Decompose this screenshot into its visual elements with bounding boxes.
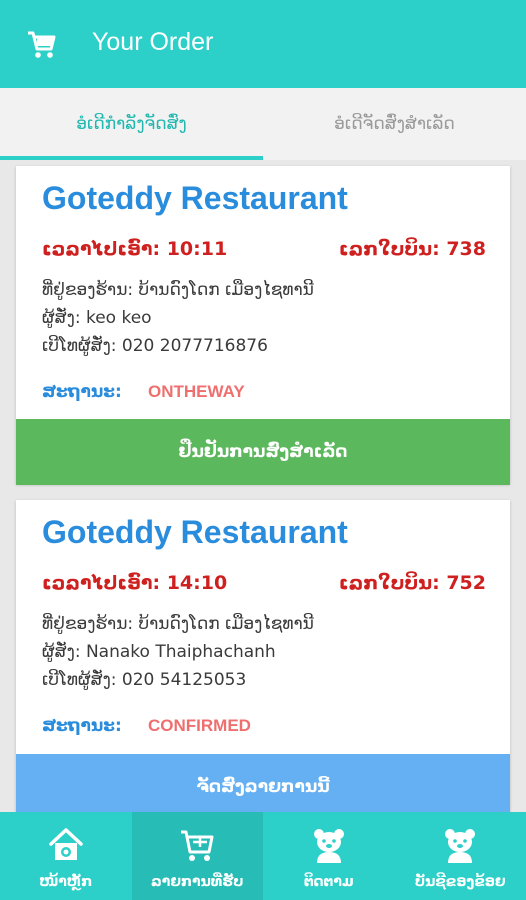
confirm-delivery-button[interactable]: ຢືນຢັນການສົ່ງສຳເລັດ: [16, 419, 510, 485]
orderer-phone: ເບີໂທຜູ້ສັ່ງ: 020 2077716876: [42, 336, 268, 356]
order-card: Goteddy Restaurant ເວລາໄປເອົາ: 14:10 ເລກ…: [16, 500, 510, 812]
order-tabs: ອໍເດີກຳລັງຈັດສົ່ງ ອໍເດີຈັດສົ່ງສຳເລັດ: [0, 88, 526, 160]
nav-received-orders[interactable]: ລາຍການທີ່ຮັບ: [131, 812, 263, 900]
status-label: ສະຖານະ:: [42, 382, 122, 402]
bill-number: ເລກໃບບິນ: 738: [338, 238, 486, 260]
tab-in-delivery[interactable]: ອໍເດີກຳລັງຈັດສົ່ງ: [0, 88, 263, 160]
cart-icon: [179, 826, 215, 864]
nav-label: ຕິດຕາມ: [303, 874, 354, 890]
status-badge: ONTHEWAY: [148, 382, 245, 401]
orderer-name: ຜູ້ສັ່ງ: keo keo: [42, 308, 152, 328]
pickup-time: ເວລາໄປເອົາ: 10:11: [42, 238, 228, 260]
teddy-icon: [311, 826, 347, 864]
status-label: ສະຖານະ:: [42, 716, 122, 736]
button-label: ຈັດສົ່ງລາຍການນີ້: [196, 777, 330, 797]
nav-label: ໜ້າຫຼັກ: [39, 874, 93, 890]
orderer-name: ຜູ້ສັ່ງ: Nanako Thaiphachanh: [42, 642, 276, 662]
bottom-navigation: ໜ້າຫຼັກ ລາຍການທີ່ຮັບ ຕິດຕາມ ບັນຊີຂອງຂ້ອຍ: [0, 812, 526, 900]
tab-label: ອໍເດີຈັດສົ່ງສຳເລັດ: [334, 114, 455, 134]
nav-label: ບັນຊີຂອງຂ້ອຍ: [414, 874, 506, 890]
pickup-time: ເວລາໄປເອົາ: 14:10: [42, 572, 228, 594]
restaurant-name: Goteddy Restaurant: [42, 514, 348, 550]
nav-label: ລາຍການທີ່ຮັບ: [151, 874, 244, 890]
home-icon: [48, 826, 84, 864]
restaurant-address: ທີ່ຢູ່ຂອງຮ້ານ: ບ້ານດົງໂດກ ເມືອງໄຊທານີ: [42, 614, 314, 634]
orderer-phone: ເບີໂທຜູ້ສັ່ງ: 020 54125053: [42, 670, 247, 690]
bill-number: ເລກໃບບິນ: 752: [338, 572, 486, 594]
nav-my-account[interactable]: ບັນຊີຂອງຂ້ອຍ: [395, 812, 526, 900]
order-list[interactable]: Goteddy Restaurant ເວລາໄປເອົາ: 10:11 ເລກ…: [0, 160, 526, 812]
restaurant-name: Goteddy Restaurant: [42, 180, 348, 216]
button-label: ຢືນຢັນການສົ່ງສຳເລັດ: [178, 442, 348, 462]
order-card: Goteddy Restaurant ເວລາໄປເອົາ: 10:11 ເລກ…: [16, 166, 510, 485]
deliver-order-button[interactable]: ຈັດສົ່ງລາຍການນີ້: [16, 754, 510, 812]
cart-icon[interactable]: [26, 28, 56, 60]
nav-tracking[interactable]: ຕິດຕາມ: [263, 812, 395, 900]
nav-home[interactable]: ໜ້າຫຼັກ: [0, 812, 132, 900]
teddy-icon: [442, 826, 478, 864]
restaurant-address: ທີ່ຢູ່ຂອງຮ້ານ: ບ້ານດົງໂດກ ເມືອງໄຊທານີ: [42, 280, 314, 300]
tab-label: ອໍເດີກຳລັງຈັດສົ່ງ: [76, 114, 187, 134]
tab-delivered[interactable]: ອໍເດີຈັດສົ່ງສຳເລັດ: [263, 88, 526, 160]
page-title: Your Order: [92, 28, 214, 56]
status-badge: CONFIRMED: [148, 716, 251, 735]
app-header: Your Order: [0, 0, 526, 88]
